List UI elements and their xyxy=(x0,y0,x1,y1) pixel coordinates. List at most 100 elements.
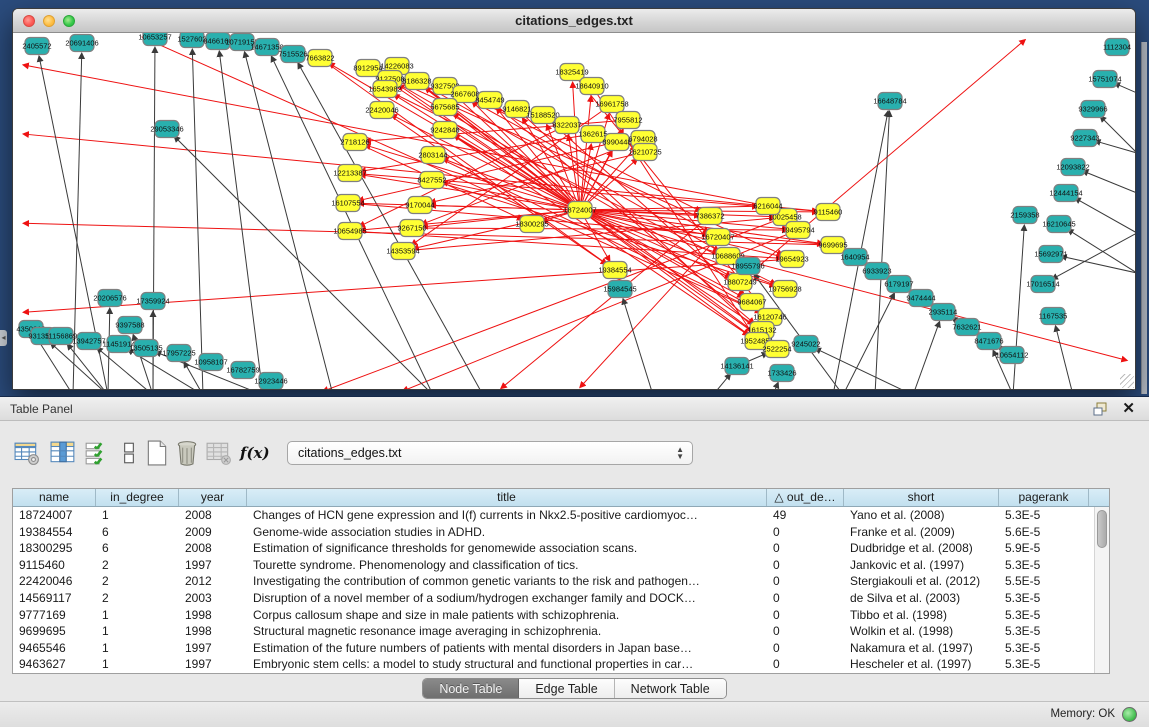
graph-edge[interactable] xyxy=(501,216,710,388)
graph-node[interactable]: 2405572 xyxy=(22,38,51,55)
table-cell[interactable]: Hescheler et al. (1997) xyxy=(844,656,999,673)
graph-node[interactable]: 15692971 xyxy=(1034,246,1067,263)
column-header-title[interactable]: title xyxy=(247,489,767,506)
table-cell[interactable]: Wolkin et al. (1998) xyxy=(844,623,999,640)
graph-node[interactable]: 14136141 xyxy=(720,358,753,375)
table-cell[interactable]: 5.9E-5 xyxy=(999,540,1089,557)
graph-node[interactable]: 6933923 xyxy=(862,263,891,280)
graph-node[interactable]: 8990448 xyxy=(602,134,631,151)
graph-node[interactable]: 2935114 xyxy=(929,304,958,321)
graph-node[interactable]: 10653257 xyxy=(138,33,171,46)
table-cell[interactable]: Estimation of significance thresholds fo… xyxy=(247,540,767,557)
graph-node[interactable]: 19384554 xyxy=(598,262,631,279)
graph-edge[interactable] xyxy=(1076,198,1135,233)
graph-node[interactable]: 9115460 xyxy=(814,204,843,221)
table-cell[interactable]: 2009 xyxy=(179,524,247,541)
table-cell[interactable]: de Silva et al. (2003) xyxy=(844,590,999,607)
table-scrollbar[interactable] xyxy=(1094,507,1109,673)
table-cell[interactable]: 5.3E-5 xyxy=(999,656,1089,673)
graph-node[interactable]: 12923446 xyxy=(254,373,287,390)
graph-node[interactable]: 10654985 xyxy=(333,223,366,240)
table-cell[interactable]: Estimation of the future numbers of pati… xyxy=(247,640,767,657)
graph-edge[interactable] xyxy=(773,383,778,389)
citation-graph[interactable]: 1872400789129541422608391275088186328165… xyxy=(13,33,1135,389)
graph-edge[interactable] xyxy=(1096,141,1135,153)
table-cell[interactable]: Dudbridge et al. (2008) xyxy=(844,540,999,557)
resize-grip[interactable] xyxy=(1120,374,1134,388)
delete-table-icon[interactable] xyxy=(174,439,200,467)
table-cell[interactable]: 1998 xyxy=(179,607,247,624)
graph-node[interactable]: 22420046 xyxy=(365,102,398,119)
new-table-icon[interactable] xyxy=(144,439,170,467)
table-cell[interactable]: Stergiakouli et al. (2012) xyxy=(844,573,999,590)
graph-node[interactable]: 16543982 xyxy=(368,81,401,98)
table-cell[interactable]: 2003 xyxy=(179,590,247,607)
table-cell[interactable]: 18724007 xyxy=(13,507,96,524)
table-cell[interactable]: 0 xyxy=(767,640,844,657)
graph-edge[interactable] xyxy=(412,228,787,230)
network-view[interactable]: 1872400789129541422608391275088186328165… xyxy=(13,33,1135,389)
table-cell[interactable]: 14569117 xyxy=(13,590,96,607)
table-cell[interactable]: 2008 xyxy=(179,507,247,524)
graph-node[interactable]: 6179197 xyxy=(884,276,913,293)
table-cell[interactable]: 49 xyxy=(767,507,844,524)
table-cell[interactable]: 9463627 xyxy=(13,656,96,673)
tab-edge-table[interactable]: Edge Table xyxy=(519,679,614,698)
graph-edge[interactable] xyxy=(1068,230,1135,273)
table-cell[interactable]: 5.3E-5 xyxy=(999,557,1089,574)
graph-node[interactable]: 7663822 xyxy=(305,50,334,67)
table-cell[interactable]: Investigating the contribution of common… xyxy=(247,573,767,590)
graph-node[interactable]: 14353594 xyxy=(386,243,419,260)
graph-node[interactable]: 1167535 xyxy=(1039,308,1068,325)
graph-node[interactable]: 18300295 xyxy=(515,216,548,233)
graph-edge[interactable] xyxy=(875,112,889,389)
zoom-button[interactable] xyxy=(63,15,75,27)
graph-node[interactable]: 16648784 xyxy=(873,93,906,110)
table-select-dropdown[interactable]: citations_edges.txt ▲▼ xyxy=(287,441,693,465)
table-cell[interactable]: 0 xyxy=(767,573,844,590)
table-cell[interactable]: 2 xyxy=(96,557,179,574)
table-cell[interactable]: 6 xyxy=(96,540,179,557)
table-cell[interactable]: 1997 xyxy=(179,656,247,673)
table-cell[interactable]: 2012 xyxy=(179,573,247,590)
table-cell[interactable]: Jankovic et al. (1997) xyxy=(844,557,999,574)
table-cell[interactable]: 22420046 xyxy=(13,573,96,590)
graph-node[interactable]: 19495794 xyxy=(781,222,814,239)
graph-node[interactable]: 12213387 xyxy=(333,165,366,182)
graph-node[interactable]: 12444154 xyxy=(1049,185,1082,202)
graph-node[interactable]: 16107554 xyxy=(331,195,364,212)
graph-edge[interactable] xyxy=(37,338,73,389)
column-header-short[interactable]: short xyxy=(844,489,999,506)
table-cell[interactable]: 1 xyxy=(96,656,179,673)
table-row[interactable]: 969969511998Structural magnetic resonanc… xyxy=(13,623,1109,640)
table-cell[interactable]: 2008 xyxy=(179,540,247,557)
table-cell[interactable]: Franke et al. (2009) xyxy=(844,524,999,541)
graph-node[interactable]: 2803144 xyxy=(418,147,447,164)
graph-node[interactable]: 9245022 xyxy=(791,336,820,353)
graph-edge[interactable] xyxy=(843,294,894,389)
table-cell[interactable]: 5.3E-5 xyxy=(999,590,1089,607)
table-row[interactable]: 1872400712008Changes of HCN gene express… xyxy=(13,507,1109,524)
graph-edge[interactable] xyxy=(1013,226,1024,389)
table-cell[interactable]: 9777169 xyxy=(13,607,96,624)
table-cell[interactable]: 1 xyxy=(96,507,179,524)
graph-node[interactable]: 19756928 xyxy=(768,281,801,298)
graph-edge[interactable] xyxy=(713,374,730,389)
graph-node[interactable]: 8186328 xyxy=(402,73,431,90)
graph-node[interactable]: 7386372 xyxy=(695,208,724,225)
graph-node[interactable]: 8454749 xyxy=(475,92,504,109)
graph-edge[interactable] xyxy=(175,137,433,389)
table-cell[interactable]: 0 xyxy=(767,540,844,557)
column-header-pagerank[interactable]: pagerank xyxy=(999,489,1089,506)
graph-node[interactable]: 16720407 xyxy=(701,229,734,246)
graph-edge[interactable] xyxy=(1056,327,1073,389)
graph-edge[interactable] xyxy=(192,50,203,389)
table-cell[interactable]: 5.3E-5 xyxy=(999,607,1089,624)
column-select-icon[interactable] xyxy=(50,439,76,467)
table-cell[interactable]: 6 xyxy=(96,524,179,541)
minimize-button[interactable] xyxy=(43,15,55,27)
table-cell[interactable]: 9699695 xyxy=(13,623,96,640)
table-cell[interactable]: 0 xyxy=(767,607,844,624)
graph-node[interactable]: 9242848 xyxy=(430,122,459,139)
close-button[interactable] xyxy=(23,15,35,27)
